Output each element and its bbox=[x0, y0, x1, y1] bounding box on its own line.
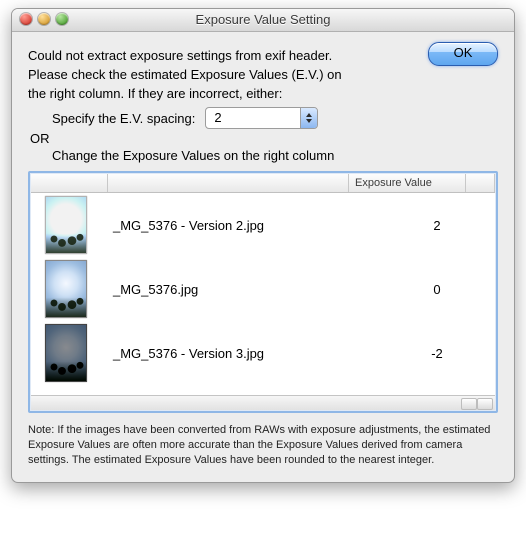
thumbnail-image bbox=[45, 260, 87, 318]
zoom-icon[interactable] bbox=[56, 13, 68, 25]
chevron-up-icon bbox=[306, 113, 312, 117]
horizontal-scrollbar[interactable] bbox=[31, 395, 495, 410]
filename-cell: _MG_5376 - Version 2.jpg bbox=[107, 218, 379, 233]
stepper-icon[interactable] bbox=[300, 108, 317, 128]
window-controls bbox=[20, 13, 68, 25]
thumbnail-image bbox=[45, 324, 87, 382]
dialog-content: OK Could not extract exposure settings f… bbox=[12, 32, 514, 482]
instruction-line-1: Please check the estimated Exposure Valu… bbox=[28, 67, 498, 82]
footer-note: Note: If the images have been converted … bbox=[28, 423, 498, 468]
close-icon[interactable] bbox=[20, 13, 32, 25]
filename-cell: _MG_5376.jpg bbox=[107, 282, 379, 297]
instruction-line-2: the right column. If they are incorrect,… bbox=[28, 86, 498, 101]
ev-spacing-value: 2 bbox=[206, 108, 300, 128]
table-row[interactable]: _MG_5376 - Version 3.jpg -2 bbox=[31, 321, 495, 385]
ev-spacing-row: Specify the E.V. spacing: 2 bbox=[52, 107, 498, 129]
col-header-pad bbox=[466, 174, 495, 192]
ok-button[interactable]: OK bbox=[428, 42, 498, 66]
table-body: _MG_5376 - Version 2.jpg 2 _MG_5376.jpg … bbox=[31, 193, 495, 395]
window-title: Exposure Value Setting bbox=[12, 9, 514, 31]
dialog-window: Exposure Value Setting OK Could not extr… bbox=[11, 8, 515, 483]
or-label: OR bbox=[30, 131, 498, 146]
table-row[interactable]: _MG_5376.jpg 0 bbox=[31, 257, 495, 321]
minimize-icon[interactable] bbox=[38, 13, 50, 25]
ev-cell[interactable]: 2 bbox=[379, 218, 495, 233]
col-header-filename[interactable] bbox=[108, 174, 349, 192]
col-header-thumbnail[interactable] bbox=[31, 174, 108, 192]
filename-cell: _MG_5376 - Version 3.jpg bbox=[107, 346, 379, 361]
thumbnail-image bbox=[45, 196, 87, 254]
ev-cell[interactable]: 0 bbox=[379, 282, 495, 297]
ev-spacing-label: Specify the E.V. spacing: bbox=[52, 111, 195, 126]
table-header: Exposure Value bbox=[31, 174, 495, 193]
titlebar: Exposure Value Setting bbox=[12, 9, 514, 32]
ev-table: Exposure Value _MG_5376 - Version 2.jpg … bbox=[28, 171, 498, 413]
change-ev-label: Change the Exposure Values on the right … bbox=[52, 148, 498, 163]
table-row[interactable]: _MG_5376 - Version 2.jpg 2 bbox=[31, 193, 495, 257]
col-header-ev[interactable]: Exposure Value bbox=[349, 174, 466, 192]
chevron-down-icon bbox=[306, 119, 312, 123]
ev-spacing-select[interactable]: 2 bbox=[205, 107, 318, 129]
ev-cell[interactable]: -2 bbox=[379, 346, 495, 361]
